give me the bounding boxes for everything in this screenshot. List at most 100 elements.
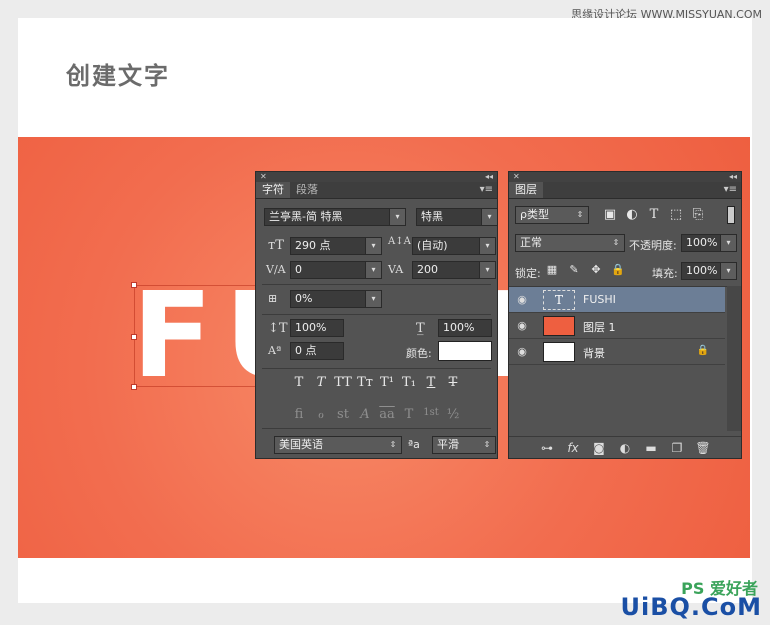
- tab-paragraph[interactable]: 段落: [290, 182, 324, 198]
- all-caps-button[interactable]: TT: [332, 375, 354, 390]
- collapse-icon[interactable]: ◂◂: [485, 172, 493, 182]
- blend-mode-select[interactable]: 正常 ⇕: [515, 234, 625, 252]
- vertical-scale-icon: ↕T: [268, 321, 288, 336]
- layer-filter-select[interactable]: ρ类型 ⇕: [515, 206, 589, 224]
- strikethrough-button[interactable]: T: [442, 375, 464, 390]
- resize-handle-mid-left[interactable]: [131, 334, 137, 340]
- adjust-icon[interactable]: ◐: [621, 207, 643, 222]
- font-family-select[interactable]: 兰亭黑-简 特黑 ▾: [264, 208, 406, 226]
- trash-icon[interactable]: 🗑: [694, 441, 712, 455]
- font-family-value: 兰亭黑-简 特黑: [269, 210, 343, 223]
- swash-button[interactable]: A: [354, 407, 376, 422]
- discretionary-ligature-button[interactable]: ℴ: [310, 407, 332, 422]
- faux-bold-button[interactable]: T: [288, 375, 310, 390]
- image-icon[interactable]: ▣: [599, 207, 621, 222]
- tracking-icon: VA: [388, 263, 404, 276]
- horizontal-scale-value: 100%: [443, 321, 475, 334]
- vertical-scale-field[interactable]: 100%: [290, 319, 344, 337]
- layer-row-layer1[interactable]: ◉ 图层 1: [509, 313, 725, 339]
- layer-row-fushi[interactable]: ◉ T FUSHI: [509, 287, 725, 313]
- eye-icon[interactable]: ◉: [515, 345, 529, 359]
- close-icon[interactable]: ✕: [513, 172, 520, 182]
- divider: [262, 428, 491, 429]
- chevron-down-icon: ▾: [479, 262, 495, 278]
- antialias-value: 平滑: [437, 438, 459, 451]
- kerning-value: 0: [295, 263, 302, 276]
- font-size-icon: ᴛT: [268, 238, 284, 253]
- superscript-button[interactable]: T¹: [376, 375, 398, 390]
- antialias-select[interactable]: 平滑 ⇕: [432, 436, 496, 454]
- tsume-icon: ⊞: [268, 292, 278, 305]
- chevron-down-icon: ▾: [481, 209, 497, 225]
- panel-menu-icon[interactable]: ▾≡: [724, 184, 737, 195]
- new-layer-icon[interactable]: ❐: [668, 441, 686, 455]
- panel-titlebar: ✕ ◂◂: [509, 172, 741, 182]
- close-icon[interactable]: ✕: [260, 172, 267, 182]
- lock-brush-icon[interactable]: ✎: [563, 263, 585, 276]
- lock-label: 锁定:: [515, 267, 541, 280]
- fx-icon[interactable]: fx: [564, 441, 582, 455]
- baseline-shift-field[interactable]: 0 点: [290, 342, 344, 360]
- faux-italic-button[interactable]: T: [310, 375, 332, 390]
- resize-handle-top-left[interactable]: [131, 282, 137, 288]
- fill-field[interactable]: 100% ▾: [681, 262, 737, 280]
- smart-icon[interactable]: ⎘: [687, 207, 709, 222]
- collapse-icon[interactable]: ◂◂: [729, 172, 737, 182]
- tsume-field[interactable]: 0% ▾: [290, 290, 382, 308]
- type-icon[interactable]: T: [643, 207, 665, 222]
- eye-icon[interactable]: ◉: [515, 319, 529, 333]
- layers-scrollbar[interactable]: [727, 286, 741, 431]
- chevron-updown-icon: ⇕: [612, 238, 620, 247]
- layer-filter-value: ρ类型: [520, 208, 549, 221]
- fractions-button[interactable]: ½: [442, 407, 464, 422]
- font-size-field[interactable]: 290 点 ▾: [290, 237, 382, 255]
- tab-layers[interactable]: 图层: [509, 182, 543, 198]
- divider: [262, 368, 491, 369]
- ligature-button[interactable]: fi: [288, 407, 310, 422]
- layer-name: 背景: [583, 347, 605, 360]
- language-value: 美国英语: [279, 438, 323, 451]
- leading-field[interactable]: (自动) ▾: [412, 237, 496, 255]
- tsume-value: 0%: [295, 292, 313, 305]
- layers-panel: ✕ ◂◂ 图层 ▾≡ ρ类型 ⇕ ▣ ◐ T ⬚ ⎘ 正常 ⇕ 不透明度: 100%…: [508, 171, 742, 459]
- ordinals-button[interactable]: T: [398, 407, 420, 422]
- horizontal-scale-field[interactable]: 100%: [438, 319, 492, 337]
- chevron-down-icon: ▾: [479, 238, 495, 254]
- fill-label: 填充:: [652, 267, 678, 280]
- ordinal-button[interactable]: 1st: [420, 407, 442, 422]
- titling-alt-button[interactable]: aa: [376, 407, 398, 422]
- resize-handle-bottom-left[interactable]: [131, 384, 137, 390]
- layer-thumbnail: [543, 316, 575, 336]
- language-select[interactable]: 美国英语 ⇕: [274, 436, 402, 454]
- text-color-swatch[interactable]: [438, 341, 492, 361]
- chevron-updown-icon: ⇕: [389, 440, 397, 449]
- panel-menu-icon[interactable]: ▾≡: [480, 184, 493, 195]
- tracking-field[interactable]: 200 ▾: [412, 261, 496, 279]
- layers-list: ◉ T FUSHI ◉ 图层 1 ◉ 背景 🔒: [509, 286, 727, 431]
- layer-row-background[interactable]: ◉ 背景 🔒: [509, 339, 725, 365]
- font-style-select[interactable]: 特黑 ▾: [416, 208, 498, 226]
- link-icon[interactable]: ⊶: [538, 441, 556, 455]
- folder-icon[interactable]: ▬: [642, 441, 660, 455]
- lock-icons-row: ▦ ✎ ✥ 🔒: [541, 263, 629, 276]
- subscript-button[interactable]: T₁: [398, 375, 420, 390]
- mask-icon[interactable]: ◙: [590, 441, 608, 455]
- shape-icon[interactable]: ⬚: [665, 207, 687, 222]
- adjustment-icon[interactable]: ◐: [616, 441, 634, 455]
- lock-all-icon[interactable]: 🔒: [607, 263, 629, 276]
- lock-transparency-icon[interactable]: ▦: [541, 263, 563, 276]
- lock-position-icon[interactable]: ✥: [585, 263, 607, 276]
- kerning-field[interactable]: 0 ▾: [290, 261, 382, 279]
- underline-button[interactable]: T: [420, 375, 442, 390]
- font-size-value: 290 点: [295, 239, 331, 252]
- chevron-down-icon: ▾: [720, 263, 736, 279]
- chevron-down-icon: ▾: [389, 209, 405, 225]
- eye-icon[interactable]: ◉: [515, 293, 529, 307]
- page-heading: 创建文字: [66, 62, 170, 90]
- filter-toggle[interactable]: [727, 206, 735, 224]
- chevron-down-icon: ▾: [365, 291, 381, 307]
- tab-character[interactable]: 字符: [256, 182, 290, 198]
- small-caps-button[interactable]: Tт: [354, 375, 376, 390]
- stylistic-alt-button[interactable]: st: [332, 407, 354, 422]
- opacity-field[interactable]: 100% ▾: [681, 234, 737, 252]
